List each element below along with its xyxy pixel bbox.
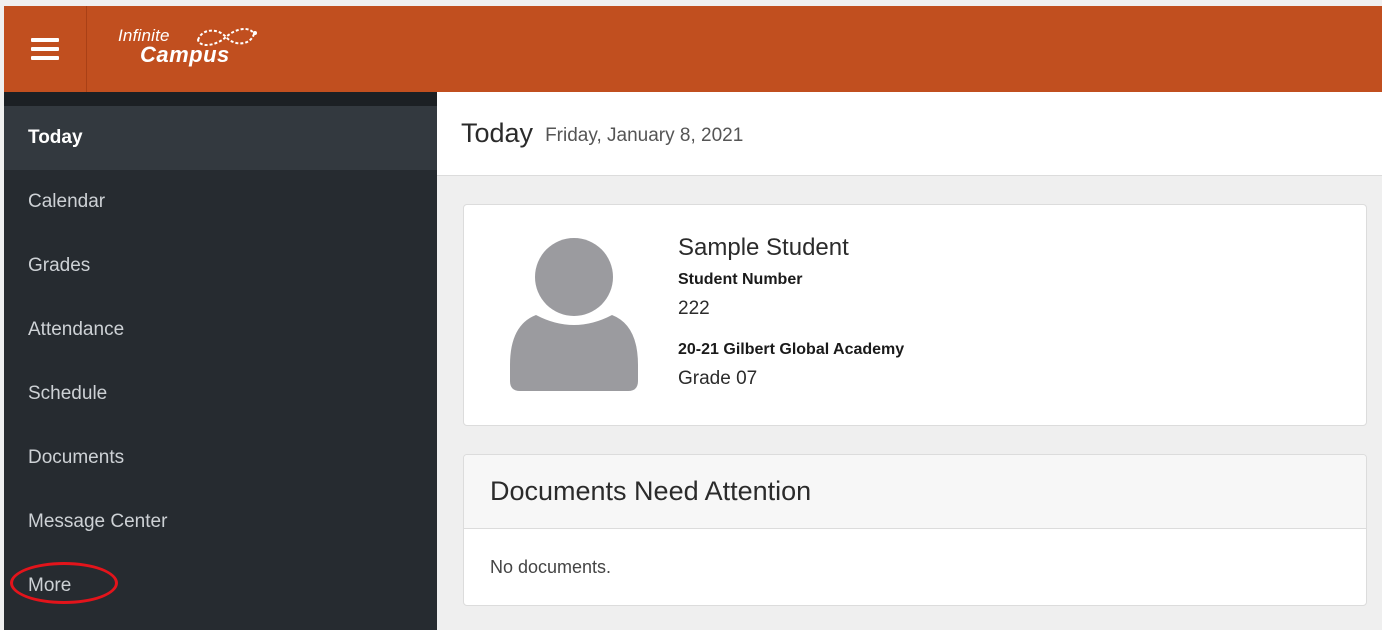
sidebar-item-label: Attendance bbox=[28, 319, 125, 340]
infinite-campus-logo[interactable]: Infinite Campus bbox=[118, 22, 278, 78]
sidebar-item-calendar[interactable]: Calendar bbox=[4, 170, 437, 234]
page-date: Friday, January 8, 2021 bbox=[545, 124, 744, 146]
school-name: 20-21 Gilbert Global Academy bbox=[678, 341, 905, 358]
sidebar-item-message-center[interactable]: Message Center bbox=[4, 490, 437, 554]
page-title: Today bbox=[461, 118, 534, 148]
sidebar-item-grades[interactable]: Grades bbox=[4, 234, 437, 298]
sidebar-item-label: Today bbox=[28, 127, 83, 148]
sidebar-top-strip bbox=[4, 92, 437, 106]
student-info: Sample Student Student Number 222 20-21 … bbox=[678, 233, 904, 393]
hamburger-menu-icon bbox=[31, 38, 59, 60]
student-card: Sample Student Student Number 222 20-21 … bbox=[463, 204, 1367, 426]
sidebar-item-label: Schedule bbox=[28, 383, 108, 404]
sidebar: Today Calendar Grades Attendance Schedul… bbox=[4, 92, 437, 630]
student-number: 222 bbox=[678, 298, 710, 319]
sidebar-item-attendance[interactable]: Attendance bbox=[4, 298, 437, 362]
menu-button[interactable] bbox=[4, 6, 87, 92]
sidebar-item-today[interactable]: Today bbox=[4, 106, 437, 170]
infinity-swoosh-icon bbox=[196, 28, 257, 46]
page-header: Today Friday, January 8, 2021 bbox=[437, 92, 1382, 176]
student-number-label: Student Number bbox=[678, 271, 803, 288]
user-avatar-icon bbox=[510, 238, 638, 391]
documents-card: Documents Need Attention No documents. bbox=[463, 454, 1367, 606]
sidebar-item-label: More bbox=[28, 575, 72, 596]
sidebar-item-label: Message Center bbox=[28, 511, 168, 532]
sidebar-item-label: Documents bbox=[28, 447, 125, 468]
documents-card-title: Documents Need Attention bbox=[464, 455, 1366, 529]
main-content: Today Friday, January 8, 2021 Sample Stu… bbox=[437, 92, 1382, 630]
top-bar: Infinite Campus bbox=[4, 6, 1382, 92]
sidebar-item-documents[interactable]: Documents bbox=[4, 426, 437, 490]
documents-empty-message: No documents. bbox=[490, 556, 612, 577]
student-name: Sample Student bbox=[678, 234, 849, 261]
sidebar-item-more[interactable]: More bbox=[4, 554, 437, 618]
sidebar-item-label: Calendar bbox=[28, 191, 106, 212]
sidebar-item-schedule[interactable]: Schedule bbox=[4, 362, 437, 426]
student-grade: Grade 07 bbox=[678, 368, 758, 389]
sidebar-item-label: Grades bbox=[28, 255, 91, 276]
